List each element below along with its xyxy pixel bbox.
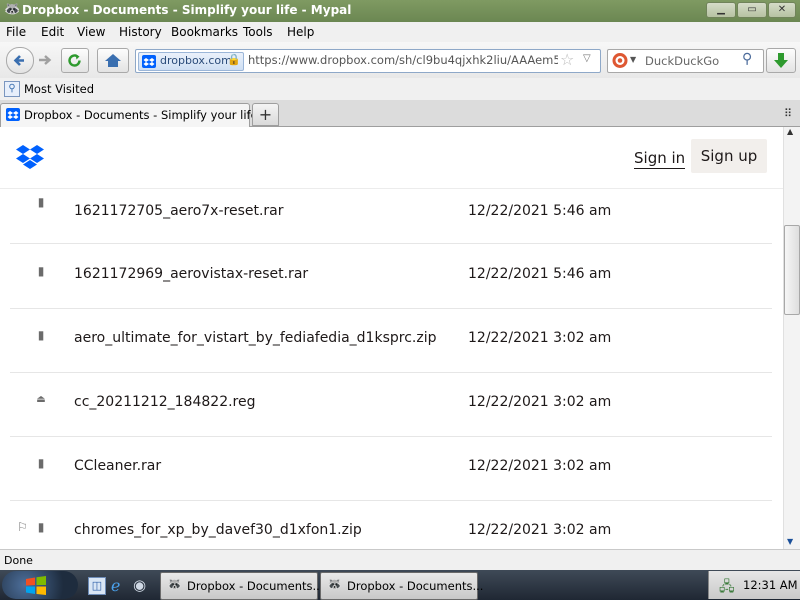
search-input[interactable]: DuckDuckGo: [645, 54, 719, 68]
downloads-button[interactable]: [766, 48, 796, 73]
sign-up-button[interactable]: Sign up: [691, 139, 767, 173]
tab-label: Dropbox - Documents - Simplify your life: [24, 108, 258, 122]
file-name[interactable]: aero_ultimate_for_vistart_by_fediafedia_…: [74, 330, 436, 346]
file-modified: 12/22/2021 3:02 am: [468, 522, 612, 538]
menu-tools[interactable]: Tools: [243, 25, 273, 39]
forward-button[interactable]: [35, 51, 55, 69]
network-icon[interactable]: 🖧: [719, 576, 735, 600]
dropbox-favicon-icon: [142, 55, 156, 68]
raccoon-icon: 🦝: [327, 577, 342, 591]
page-content: Sign in Sign up ▮ 1621172705_aero7x-rese…: [0, 127, 783, 549]
back-arrow-icon: [13, 55, 24, 66]
file-name[interactable]: chromes_for_xp_by_davef30_d1xfon1.zip: [74, 522, 362, 538]
menu-view[interactable]: View: [77, 25, 105, 39]
file-row[interactable]: ⚐ ▮ chromes_for_xp_by_davef30_d1xfon1.zi…: [10, 500, 772, 549]
scroll-up-icon[interactable]: ▲: [787, 127, 793, 136]
minimize-icon: ▁: [717, 4, 725, 15]
menu-bookmarks[interactable]: Bookmarks: [171, 25, 238, 39]
registry-file-icon: ⏏: [36, 394, 46, 405]
title-bar[interactable]: 🦝 Dropbox - Documents - Simplify your li…: [0, 0, 800, 23]
dropbox-logo-icon[interactable]: [16, 144, 44, 169]
file-row[interactable]: ▮ 1621172969_aerovistax-reset.rar 12/22/…: [10, 244, 772, 309]
lock-icon: 🔒: [227, 53, 241, 66]
show-desktop-icon[interactable]: ◫: [88, 577, 106, 595]
most-visited-icon: ⚲: [4, 81, 20, 97]
new-tab-button[interactable]: +: [252, 103, 279, 126]
reload-button[interactable]: [61, 48, 89, 73]
raccoon-icon: 🦝: [167, 577, 182, 591]
url-bar[interactable]: dropbox.com 🔒 https://www.dropbox.com/sh…: [135, 49, 601, 73]
url-dropdown-icon[interactable]: ▽: [583, 53, 591, 64]
bookmark-star-icon[interactable]: ☆: [560, 50, 574, 69]
search-bar[interactable]: ▼ DuckDuckGo ⚲: [607, 49, 764, 73]
duckduckgo-icon: [612, 53, 628, 68]
most-visited-bookmark[interactable]: Most Visited: [24, 82, 94, 96]
file-name[interactable]: cc_20211212_184822.reg: [74, 394, 256, 410]
clock[interactable]: 12:31 AM: [743, 578, 798, 592]
url-text[interactable]: https://www.dropbox.com/sh/cl9bu4qjxhk2l…: [248, 53, 558, 67]
dropbox-favicon-icon: [6, 108, 20, 121]
minimize-button[interactable]: ▁: [706, 2, 736, 18]
taskbar-window-button[interactable]: 🦝 Dropbox - Documents...: [320, 572, 483, 600]
status-text: Done: [4, 554, 33, 567]
home-button[interactable]: [97, 48, 129, 73]
file-row[interactable]: ▮ CCleaner.rar 12/22/2021 3:02 am: [10, 436, 772, 501]
tab-list-icon[interactable]: ⠿: [784, 107, 792, 120]
scroll-down-icon[interactable]: ▼: [787, 537, 793, 546]
menu-file[interactable]: File: [6, 25, 26, 39]
windows-logo-icon: [26, 576, 46, 595]
site-identity-label: dropbox.com: [160, 54, 232, 67]
archive-icon: ▮: [37, 328, 45, 342]
site-identity-button[interactable]: dropbox.com 🔒: [138, 52, 244, 71]
flag-icon[interactable]: ⚐: [17, 520, 31, 536]
archive-icon: ▮: [37, 456, 45, 470]
window-title: Dropbox - Documents - Simplify your life…: [22, 3, 352, 17]
archive-icon: ▮: [37, 195, 45, 209]
taskbar-window-button[interactable]: 🦝 Dropbox - Documents...: [160, 572, 323, 600]
file-name[interactable]: 1621172705_aero7x-reset.rar: [74, 203, 284, 219]
file-modified: 12/22/2021 3:02 am: [468, 330, 612, 346]
taskbar-window-label: Dropbox - Documents...: [187, 579, 324, 593]
home-icon: [105, 54, 121, 67]
menu-help[interactable]: Help: [287, 25, 314, 39]
file-row[interactable]: ⏏ cc_20211212_184822.reg 12/22/2021 3:02…: [10, 372, 772, 437]
search-icon[interactable]: ⚲: [742, 51, 752, 67]
back-button[interactable]: [6, 47, 34, 74]
menu-history[interactable]: History: [119, 25, 162, 39]
search-engine-dropdown-icon[interactable]: ▼: [630, 55, 636, 64]
archive-icon: ▮: [37, 264, 45, 278]
bookmarks-toolbar: ⚲ Most Visited: [0, 78, 800, 100]
sign-in-link[interactable]: Sign in: [634, 149, 686, 169]
download-arrow-icon: [774, 53, 788, 68]
system-tray: 🖧 12:31 AM: [708, 571, 800, 599]
start-button[interactable]: [2, 571, 78, 599]
reload-icon: [68, 54, 81, 67]
menu-bar: File Edit View History Bookmarks Tools H…: [0, 22, 800, 42]
restore-icon: ▭: [747, 4, 757, 15]
forward-arrow-icon: [39, 55, 52, 65]
internet-explorer-icon[interactable]: ℯ: [111, 576, 120, 595]
scrollbar-thumb[interactable]: [784, 225, 800, 315]
file-modified: 12/22/2021 3:02 am: [468, 394, 612, 410]
status-bar: Done: [0, 549, 800, 571]
file-row[interactable]: ▮ 1621172705_aero7x-reset.rar 12/22/2021…: [10, 183, 772, 244]
vertical-scrollbar[interactable]: ▲ ▼: [783, 127, 800, 549]
tab-dropbox[interactable]: Dropbox - Documents - Simplify your life: [0, 103, 258, 127]
file-modified: 12/22/2021 3:02 am: [468, 458, 612, 474]
close-icon: ✕: [777, 4, 787, 15]
raccoon-icon: 🦝: [4, 2, 21, 17]
file-modified: 12/22/2021 5:46 am: [468, 266, 612, 282]
taskbar-window-label: Dropbox - Documents...: [347, 579, 484, 593]
archive-icon: ▮: [37, 520, 45, 534]
menu-edit[interactable]: Edit: [41, 25, 64, 39]
file-name[interactable]: CCleaner.rar: [74, 458, 161, 474]
plus-icon: +: [258, 105, 273, 124]
file-modified: 12/22/2021 5:46 am: [468, 203, 612, 219]
site-header: Sign in Sign up: [0, 127, 783, 189]
restore-button[interactable]: ▭: [737, 2, 767, 18]
file-row[interactable]: ▮ aero_ultimate_for_vistart_by_fediafedi…: [10, 308, 772, 373]
close-button[interactable]: ✕: [768, 2, 796, 18]
media-player-icon[interactable]: ◉: [133, 576, 146, 594]
file-name[interactable]: 1621172969_aerovistax-reset.rar: [74, 266, 308, 282]
